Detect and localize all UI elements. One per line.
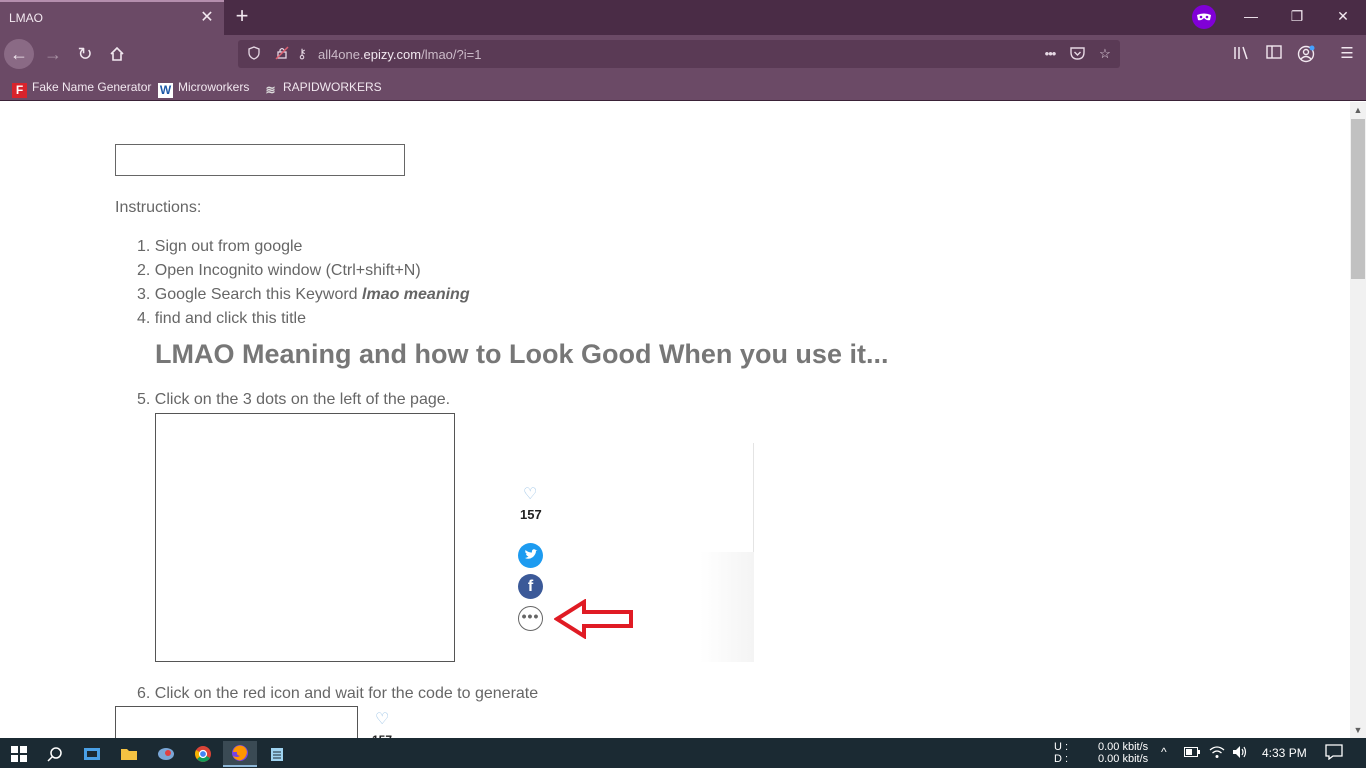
example-image-frame-2 [115, 706, 358, 738]
upload-label: U : [1054, 741, 1069, 753]
url-subdomain: all4one. [318, 47, 364, 62]
instructions-label: Instructions: [115, 199, 202, 216]
step-2: 2. Open Incognito window (Ctrl+shift+N) [137, 262, 421, 279]
scroll-up-arrow-icon[interactable]: ▲ [1350, 102, 1366, 118]
menu-icon[interactable]: ☰ [1338, 45, 1356, 63]
tab-close-icon[interactable]: ✕ [199, 10, 215, 26]
key-icon[interactable]: ⚷ [294, 46, 310, 62]
start-windows-icon[interactable] [2, 741, 36, 767]
fake-name-generator-icon: F [12, 83, 27, 98]
bookmark-star-icon[interactable]: ☆ [1097, 46, 1113, 62]
heart-icon: ♡ [523, 486, 538, 503]
url-text[interactable]: all4one.epizy.com/lmao/?i=1 [318, 47, 481, 62]
restore-button[interactable]: ❐ [1286, 5, 1308, 27]
download-speed: 0.00 kbit/s [1098, 753, 1149, 765]
microworkers-icon: W [158, 83, 173, 98]
chevron-up-icon[interactable]: ^ [1161, 744, 1167, 760]
red-arrow-icon [554, 599, 633, 639]
chrome-icon[interactable] [186, 741, 220, 767]
windows-taskbar: U : 0.00 kbit/s D : 0.00 kbit/s ^ 4:33 PM [0, 738, 1366, 768]
page-content: Instructions: 1. Sign out from google 2.… [0, 102, 1350, 738]
search-icon[interactable] [38, 741, 72, 767]
search-result-title: LMAO Meaning and how to Look Good When y… [155, 339, 889, 369]
library-icon[interactable] [1233, 45, 1251, 63]
new-tab-button[interactable]: + [231, 5, 253, 27]
like-count: 157 [520, 507, 542, 522]
facebook-icon: f [518, 574, 543, 599]
rapidworkers-icon: ≋ [265, 83, 276, 97]
download-label: D : [1054, 753, 1069, 765]
page-actions-icon[interactable]: ••• [1040, 46, 1060, 62]
bookmarks-toolbar: F Fake Name Generator W Microworkers ≋ RAPI… [0, 72, 1366, 101]
bookmark-label: Microworkers [178, 80, 250, 94]
step-5: 5. Click on the 3 dots on the left of th… [137, 391, 451, 408]
tab-bar: LMAO ✕ + — ❐ ✕ [0, 0, 1366, 35]
tab-lmao[interactable]: LMAO ✕ [0, 0, 224, 35]
task-view-app-icon[interactable] [75, 741, 109, 767]
notifications-icon[interactable] [1325, 744, 1343, 764]
private-browsing-icon [1192, 5, 1216, 29]
forward-button[interactable]: → [38, 39, 68, 69]
heart-icon: ♡ [375, 711, 390, 728]
tab-title: LMAO [9, 11, 44, 25]
scrollbar-thumb[interactable] [1351, 119, 1365, 279]
clock[interactable]: 4:33 PM [1262, 746, 1307, 760]
shield-icon[interactable] [246, 46, 262, 62]
sidebar-icon[interactable] [1265, 45, 1283, 63]
bookmark-fake-name-generator[interactable]: F Fake Name Generator [12, 79, 152, 98]
twitter-icon [518, 543, 543, 568]
reload-button[interactable]: ↻ [70, 39, 100, 69]
example-image-frame [155, 413, 455, 662]
network-speed-meter: U : 0.00 kbit/s D : 0.00 kbit/s [1054, 741, 1148, 765]
volume-icon[interactable] [1232, 744, 1248, 763]
account-icon[interactable] [1297, 45, 1315, 63]
step-3-keyword: lmao meaning [362, 286, 470, 303]
insecure-lock-icon[interactable] [274, 46, 290, 62]
screenshot-fade [700, 552, 754, 662]
minimize-button[interactable]: — [1240, 5, 1262, 27]
url-domain: epizy.com [363, 47, 422, 62]
code-input-box[interactable] [115, 144, 405, 176]
notepad-icon[interactable] [260, 741, 294, 767]
bookmark-rapidworkers[interactable]: ≋ RAPIDWORKERS [263, 79, 382, 97]
step-4: 4. find and click this title [137, 310, 306, 327]
step-1: 1. Sign out from google [137, 238, 303, 255]
navigation-toolbar: ← → ↻ ⚷ all4one.epizy.com/lmao/?i=1 ••• … [0, 35, 1366, 72]
battery-icon[interactable] [1184, 744, 1200, 761]
step-3: 3. Google Search this Keyword lmao meani… [137, 286, 470, 304]
scroll-down-arrow-icon[interactable]: ▼ [1350, 722, 1366, 738]
home-button[interactable] [102, 39, 132, 69]
url-bar[interactable]: ⚷ all4one.epizy.com/lmao/?i=1 ••• ☆ [238, 40, 1120, 68]
bookmark-label: Fake Name Generator [32, 80, 152, 94]
window-close-button[interactable]: ✕ [1332, 5, 1354, 27]
step-3-text: 3. Google Search this Keyword [137, 286, 363, 303]
app-icon[interactable] [149, 741, 183, 767]
file-explorer-icon[interactable] [112, 741, 146, 767]
bookmark-microworkers[interactable]: W Microworkers [158, 79, 250, 98]
upload-speed: 0.00 kbit/s [1098, 741, 1149, 753]
url-path: /lmao/?i=1 [421, 47, 482, 62]
bookmark-label: RAPIDWORKERS [283, 80, 382, 94]
wifi-icon[interactable] [1209, 744, 1225, 763]
back-button[interactable]: ← [4, 39, 34, 69]
step-6: 6. Click on the red icon and wait for th… [137, 685, 539, 702]
more-options-icon: ••• [518, 606, 543, 631]
firefox-icon[interactable] [223, 741, 257, 767]
pocket-icon[interactable] [1069, 46, 1085, 62]
